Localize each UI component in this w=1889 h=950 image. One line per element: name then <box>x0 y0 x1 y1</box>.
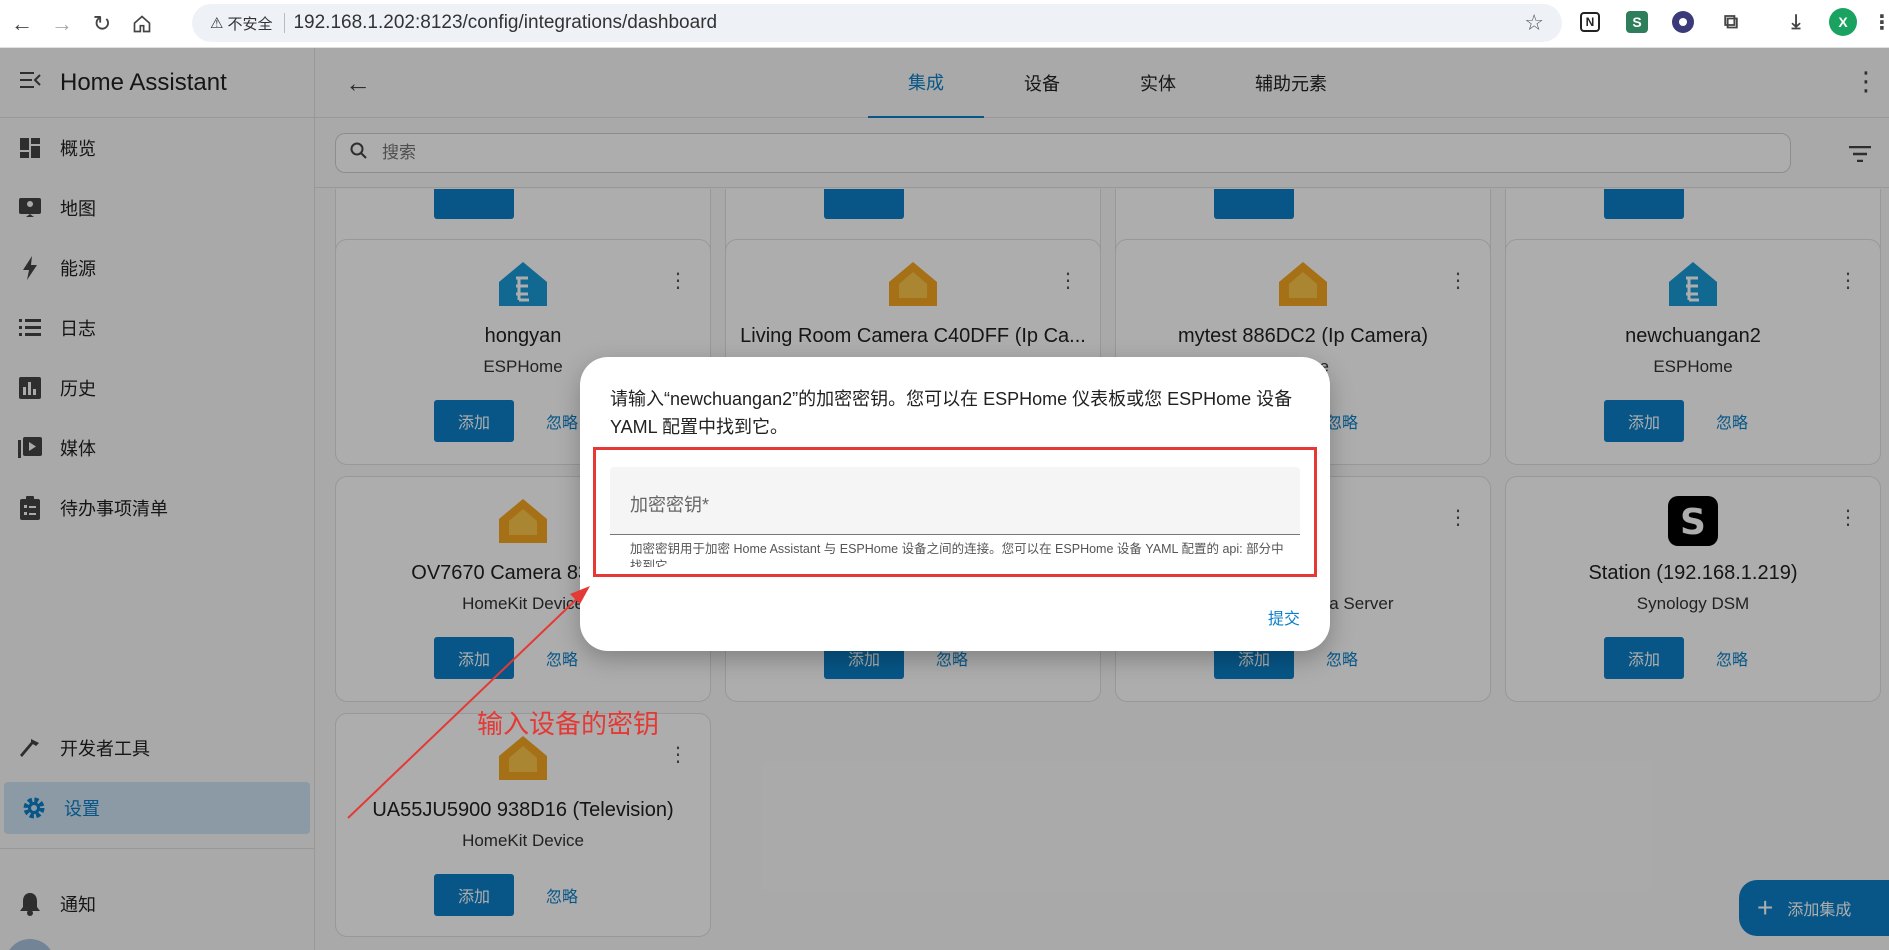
extension-icon[interactable]: S <box>1626 11 1648 33</box>
forward-nav-icon[interactable]: → <box>44 6 80 42</box>
address-bar[interactable]: ⚠ 不安全 192.168.1.202:8123/config/integrat… <box>192 4 1562 42</box>
download-icon[interactable]: ⤓ <box>1782 8 1810 36</box>
reload-icon[interactable]: ↻ <box>84 6 120 42</box>
security-chip[interactable]: ⚠ 不安全 <box>202 10 280 37</box>
warning-icon: ⚠ <box>210 15 224 32</box>
browser-menu-icon[interactable]: ⋮ <box>1868 8 1889 36</box>
puzzle-icon[interactable]: ⧉ <box>1717 8 1745 36</box>
extension-icon[interactable] <box>1672 11 1694 33</box>
divider <box>284 13 286 33</box>
dialog-description: 请输入“newchuangan2”的加密密钥。您可以在 ESPHome 仪表板或… <box>610 389 1293 437</box>
profile-avatar[interactable]: X <box>1829 8 1857 36</box>
home-icon[interactable] <box>124 6 160 42</box>
back-nav-icon[interactable]: ← <box>4 6 40 42</box>
submit-button[interactable]: 提交 <box>1268 605 1300 629</box>
browser-toolbar: ← → ↻ ⚠ 不安全 192.168.1.202:8123/config/in… <box>0 0 1889 48</box>
security-label: 不安全 <box>227 15 273 33</box>
highlight-box <box>593 447 1317 577</box>
annotation-text: 输入设备的密钥 <box>477 709 660 739</box>
url-text[interactable]: 192.168.1.202:8123/config/integrations/d… <box>293 12 717 34</box>
notion-extension-icon[interactable]: N <box>1580 12 1600 32</box>
bookmark-star-icon[interactable]: ☆ <box>1524 10 1544 36</box>
